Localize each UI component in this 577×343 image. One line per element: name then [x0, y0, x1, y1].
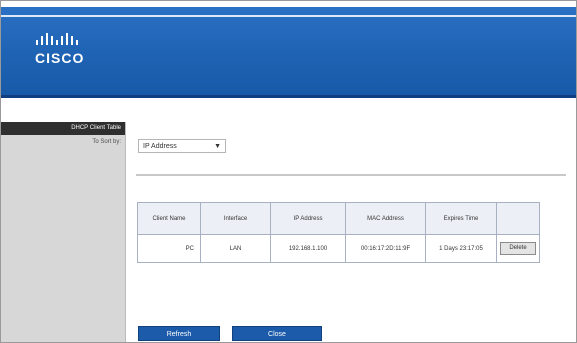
cell-ip-address: 192.168.1.100 [270, 234, 346, 263]
cisco-logo: CISCO [35, 32, 115, 76]
column-header-action [496, 202, 540, 235]
column-header-mac-address: MAC Address [345, 202, 426, 235]
cisco-bars-icon [36, 33, 78, 45]
delete-button[interactable]: Delete [500, 242, 536, 255]
column-header-interface: Interface [200, 202, 271, 235]
banner-top-strip [1, 1, 576, 7]
sidebar: DHCP Client Table To Sort by: [1, 122, 126, 342]
chevron-down-icon: ▼ [214, 143, 221, 150]
cell-action: Delete [496, 234, 540, 263]
sort-by-label: To Sort by: [92, 139, 121, 145]
table-header-row: Client Name Interface IP Address MAC Add… [137, 202, 540, 235]
column-header-client-name: Client Name [137, 202, 201, 235]
dhcp-client-table: Client Name Interface IP Address MAC Add… [137, 202, 540, 263]
header-gap [1, 98, 576, 122]
refresh-button[interactable]: Refresh [138, 326, 220, 341]
section-divider [136, 174, 566, 176]
column-header-ip-address: IP Address [270, 202, 346, 235]
cell-mac-address: 00:16:17:2D:11:9F [345, 234, 426, 263]
logo-wordmark: CISCO [35, 50, 85, 66]
column-header-expires-time: Expires Time [425, 202, 497, 235]
sidebar-heading: DHCP Client Table [1, 122, 125, 135]
cell-client-name: PC [137, 234, 201, 263]
cell-interface: LAN [200, 234, 271, 263]
close-button[interactable]: Close [232, 326, 322, 341]
dhcp-client-table-window: CISCO DHCP Client Table To Sort by: IP A… [0, 0, 577, 343]
main-content: IP Address ▼ Client Name Interface IP Ad… [126, 122, 576, 342]
sort-by-select-value: IP Address [143, 143, 177, 150]
sort-by-select[interactable]: IP Address ▼ [138, 139, 226, 153]
banner-topline [1, 15, 576, 17]
table-row: PC LAN 192.168.1.100 00:16:17:2D:11:9F 1… [137, 234, 540, 263]
header-banner: CISCO [1, 1, 576, 98]
cell-expires-time: 1 Days 23:17:05 [425, 234, 497, 263]
